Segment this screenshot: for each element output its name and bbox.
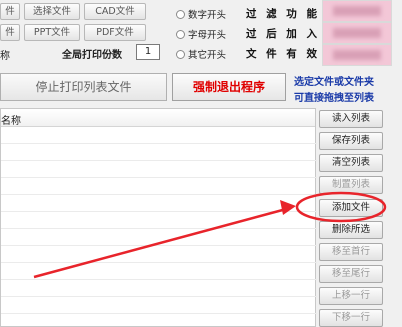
annotation-overlay [33,191,387,279]
annotation-arrow-head [280,200,296,215]
annotation-circle [295,191,387,223]
annotation-arrow-line [33,206,291,279]
